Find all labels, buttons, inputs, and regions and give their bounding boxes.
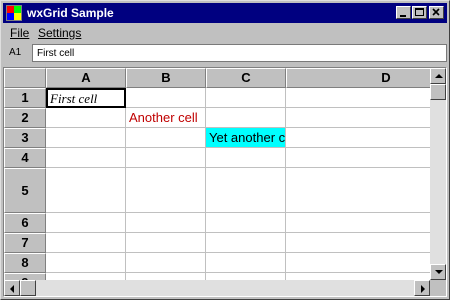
horizontal-scrollbar[interactable]: [4, 280, 430, 296]
grid-cell[interactable]: [126, 273, 206, 280]
minimize-icon: [400, 15, 406, 17]
scroll-left-button[interactable]: [4, 280, 20, 296]
grid-cell[interactable]: [46, 273, 126, 280]
vertical-scroll-thumb[interactable]: [430, 84, 446, 100]
grid-cell[interactable]: [46, 253, 126, 273]
grid-cell[interactable]: [286, 148, 430, 168]
row-header-9[interactable]: 9: [4, 273, 46, 280]
arrow-left-icon: [10, 285, 14, 293]
menu-bar: File Settings: [3, 24, 447, 42]
cell-a1[interactable]: First cell: [46, 88, 126, 108]
grid-cell[interactable]: [126, 128, 206, 148]
grid-cell[interactable]: [286, 88, 430, 108]
scrollbar-corner: [430, 280, 446, 296]
grid-cell[interactable]: [46, 213, 126, 233]
col-header-d[interactable]: D: [286, 68, 430, 88]
app-window: wxGrid Sample File Settings A1 First cel…: [0, 0, 450, 300]
maximize-icon: [415, 8, 424, 16]
menu-file[interactable]: File: [10, 26, 29, 40]
grid-corner[interactable]: [4, 68, 46, 88]
menu-settings[interactable]: Settings: [38, 26, 81, 40]
col-header-b[interactable]: B: [126, 68, 206, 88]
grid-cell[interactable]: [286, 128, 430, 148]
close-icon: [432, 8, 440, 16]
grid-cell[interactable]: [286, 273, 430, 280]
grid: A B C D 1 2 3 4 5 6 7 8 9 First cell Ano…: [3, 67, 447, 297]
close-button[interactable]: [429, 6, 444, 19]
grid-cell[interactable]: [206, 233, 286, 253]
row-header-7[interactable]: 7: [4, 233, 46, 253]
scroll-down-button[interactable]: [430, 264, 446, 280]
grid-cell[interactable]: [126, 88, 206, 108]
app-icon: [6, 5, 22, 21]
row-header-3[interactable]: 3: [4, 128, 46, 148]
row-header-2[interactable]: 2: [4, 108, 46, 128]
grid-cell[interactable]: [206, 88, 286, 108]
horizontal-scroll-thumb[interactable]: [20, 280, 36, 296]
maximize-button[interactable]: [412, 6, 427, 19]
minimize-button[interactable]: [396, 6, 411, 19]
row-header-4[interactable]: 4: [4, 148, 46, 168]
scroll-up-button[interactable]: [430, 68, 446, 84]
grid-cell[interactable]: [286, 213, 430, 233]
cell-b2[interactable]: Another cell: [126, 108, 206, 128]
menu-settings-label: Settings: [38, 26, 82, 40]
vertical-scrollbar[interactable]: [430, 68, 446, 280]
grid-cell[interactable]: [206, 168, 286, 213]
scroll-right-button[interactable]: [414, 280, 430, 296]
grid-cell[interactable]: [206, 213, 286, 233]
col-header-a[interactable]: A: [46, 68, 126, 88]
grid-cell[interactable]: [126, 213, 206, 233]
grid-cell[interactable]: [206, 253, 286, 273]
grid-cell[interactable]: [126, 148, 206, 168]
grid-cell[interactable]: [126, 168, 206, 213]
col-header-c[interactable]: C: [206, 68, 286, 88]
grid-cell[interactable]: [206, 108, 286, 128]
cell-c3[interactable]: Yet another c: [206, 128, 286, 148]
row-header-5[interactable]: 5: [4, 168, 46, 213]
grid-cell[interactable]: [286, 233, 430, 253]
grid-cell[interactable]: [46, 148, 126, 168]
grid-cell[interactable]: [206, 148, 286, 168]
grid-cell[interactable]: [46, 108, 126, 128]
grid-cell[interactable]: [126, 253, 206, 273]
grid-cell[interactable]: [46, 168, 126, 213]
arrow-right-icon: [421, 285, 425, 293]
cell-value-input[interactable]: First cell: [32, 44, 447, 62]
grid-cell[interactable]: [286, 108, 430, 128]
title-bar[interactable]: wxGrid Sample: [3, 3, 447, 23]
grid-cell[interactable]: [286, 168, 430, 213]
grid-area: A B C D 1 2 3 4 5 6 7 8 9 First cell Ano…: [4, 68, 430, 280]
grid-cell[interactable]: [46, 128, 126, 148]
formula-bar: A1 First cell: [3, 43, 447, 65]
window-title: wxGrid Sample: [27, 6, 114, 20]
row-header-1[interactable]: 1: [4, 88, 46, 108]
arrow-down-icon: [435, 270, 443, 274]
grid-cell[interactable]: [206, 273, 286, 280]
row-header-6[interactable]: 6: [4, 213, 46, 233]
grid-cell[interactable]: [286, 253, 430, 273]
arrow-up-icon: [435, 74, 443, 78]
grid-cell[interactable]: [46, 233, 126, 253]
grid-cell[interactable]: [126, 233, 206, 253]
menu-file-label: File: [10, 26, 30, 40]
row-header-8[interactable]: 8: [4, 253, 46, 273]
cell-reference: A1: [9, 47, 22, 58]
